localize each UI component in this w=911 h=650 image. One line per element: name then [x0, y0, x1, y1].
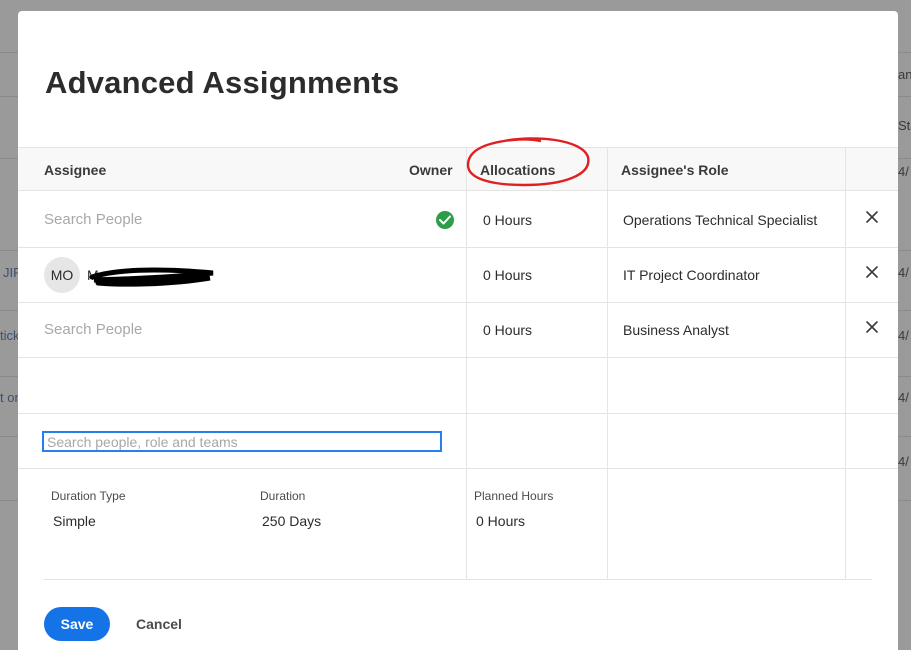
column-divider — [607, 147, 608, 579]
column-divider — [466, 147, 467, 579]
row-divider — [18, 357, 898, 358]
row-divider — [18, 302, 898, 303]
remove-row-close-icon[interactable] — [865, 265, 881, 281]
allocation-value[interactable]: 0 Hours — [483, 212, 532, 228]
assignee-search-field[interactable]: Search People — [44, 211, 142, 228]
avatar: MO — [44, 257, 80, 293]
cancel-button[interactable]: Cancel — [130, 607, 188, 641]
allocation-value[interactable]: 0 Hours — [483, 267, 532, 283]
bg-link-fragment[interactable]: tick — [0, 328, 20, 343]
row-divider — [18, 247, 898, 248]
bg-fragment: Sta — [898, 118, 911, 133]
save-button[interactable]: Save — [44, 607, 110, 641]
bg-link-fragment[interactable]: t or — [0, 390, 19, 405]
duration-type-value[interactable]: Simple — [53, 513, 96, 529]
owner-check-icon[interactable] — [436, 211, 454, 229]
allocation-value[interactable]: 0 Hours — [483, 322, 532, 338]
bg-fragment: 4/ — [898, 265, 909, 280]
row-divider — [18, 413, 898, 414]
bg-fragment: 4/ — [898, 454, 909, 469]
row-divider — [18, 468, 898, 469]
bg-fragment: 4/ — [898, 390, 909, 405]
column-header-allocations: Allocations — [480, 162, 556, 178]
dialog-title: Advanced Assignments — [45, 65, 400, 100]
assignee-search-field[interactable]: Search People — [44, 321, 142, 338]
column-header-assignee: Assignee — [44, 162, 107, 178]
duration-label: Duration — [260, 489, 306, 503]
duration-type-label: Duration Type — [51, 489, 126, 503]
assignee-role[interactable]: IT Project Coordinator — [623, 267, 760, 283]
remove-row-close-icon[interactable] — [865, 320, 881, 336]
bg-fragment: 4/ — [898, 164, 909, 179]
add-assignee-search-input[interactable] — [42, 431, 442, 452]
assignee-role[interactable]: Business Analyst — [623, 322, 729, 338]
duration-value[interactable]: 250 Days — [262, 513, 321, 529]
advanced-assignments-dialog: Advanced Assignments Assignee Owner Allo… — [18, 11, 898, 650]
planned-hours-value[interactable]: 0 Hours — [476, 513, 525, 529]
column-divider — [845, 147, 846, 579]
table-header: Assignee Owner Allocations Assignee's Ro… — [18, 147, 898, 191]
bg-fragment: 4/ — [898, 328, 909, 343]
remove-row-close-icon[interactable] — [865, 210, 881, 226]
column-header-owner: Owner — [409, 162, 453, 178]
planned-hours-label: Planned Hours — [474, 489, 554, 503]
assignee-role[interactable]: Operations Technical Specialist — [623, 212, 817, 228]
footer-divider — [44, 579, 872, 580]
column-header-role: Assignee's Role — [621, 162, 729, 178]
bg-fragment: an — [898, 67, 911, 82]
redaction-scribble — [89, 267, 214, 287]
